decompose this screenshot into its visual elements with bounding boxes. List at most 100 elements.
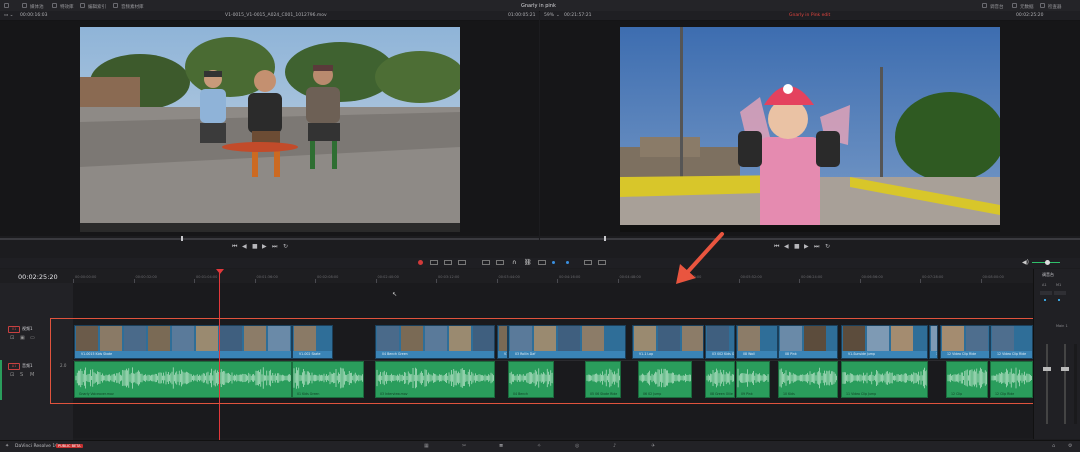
go-to-start-icon[interactable]: ⏮ xyxy=(232,243,237,251)
insert-clip-icon[interactable] xyxy=(430,260,438,265)
tab-metadata[interactable]: 元数据 xyxy=(1012,3,1034,10)
viewer-options-icon[interactable]: ▭ ⌄ xyxy=(4,13,13,18)
source-transport-controls: ⏮ ◀ ■ ▶ ⏭ ↻ xyxy=(232,243,292,251)
source-frame-image xyxy=(80,27,460,232)
replace-clip-icon[interactable] xyxy=(458,260,466,265)
timecode-panel: 00:02:25:20 xyxy=(0,269,73,283)
viewer-zoom[interactable]: 59% xyxy=(544,13,554,18)
tab-effects-library[interactable]: 特效库 xyxy=(52,3,74,10)
mixer-fader-knob[interactable] xyxy=(1061,367,1069,371)
ruler-tick-label: 00:07:28:00 xyxy=(922,275,944,279)
play-reverse-icon[interactable]: ◀ xyxy=(242,243,247,250)
tab-edit-index[interactable]: 编辑索引 xyxy=(80,3,106,10)
source-viewer-header: ▭ ⌄ 00:00:16:03 V1-0015_V1-0015_A024_C00… xyxy=(0,11,539,21)
marker-icon[interactable] xyxy=(566,261,569,264)
mixer-channel-m1: M1 xyxy=(1056,283,1062,287)
deliver-page-icon[interactable]: ✈ xyxy=(651,443,655,449)
lock-icon[interactable]: ⊡ xyxy=(10,335,14,341)
play-icon[interactable]: ▶ xyxy=(804,243,809,250)
ruler-tick-label: 00:00:32:00 xyxy=(135,275,157,279)
settings-gear-icon[interactable]: ⚙ xyxy=(1068,443,1072,449)
menu-icon[interactable] xyxy=(4,3,9,10)
go-to-end-icon[interactable]: ⏭ xyxy=(272,243,277,251)
tab-sound-library[interactable]: 音频素材库 xyxy=(113,3,144,10)
source-scrub-handle[interactable] xyxy=(181,236,183,241)
edit-page-icon[interactable]: ≡ xyxy=(499,443,503,449)
play-reverse-icon[interactable]: ◀ xyxy=(784,243,789,250)
davinci-logo-icon: ✦ xyxy=(5,443,10,449)
loop-icon[interactable]: ↻ xyxy=(825,243,830,250)
mixer-panel: 调音台 A1 M1 Main 1 xyxy=(1033,269,1080,439)
annotation-highlight-box xyxy=(50,318,1040,404)
tab-inspector[interactable]: 检查器 xyxy=(1040,3,1062,10)
overwrite-clip-icon[interactable] xyxy=(444,260,452,265)
mixer-fader-knob[interactable] xyxy=(1043,367,1051,371)
tab-mixer[interactable]: 调音台 xyxy=(982,3,1004,10)
selection-tool-icon[interactable] xyxy=(482,260,490,265)
timeline-timecode-in: 00:21:57:21 xyxy=(564,13,592,18)
ruler-tick-label: 00:06:56:00 xyxy=(861,275,883,279)
mute-icon[interactable]: M xyxy=(30,372,34,378)
mixer-channel-main: Main 1 xyxy=(1056,324,1068,328)
ruler-tick-label: 00:08:00:00 xyxy=(982,275,1004,279)
page-navigation-bar: ✦ DaVinci Resolve 16 PUBLIC BETA ▦ ✂ ≡ ✧… xyxy=(0,440,1080,452)
chevron-down-icon[interactable]: ⌄ xyxy=(556,13,560,18)
enable-track-icon[interactable]: ▭ xyxy=(30,335,35,341)
mixer-fader-a1[interactable] xyxy=(1046,344,1048,424)
timeline-scrub-handle[interactable] xyxy=(604,236,606,241)
empty-track-header xyxy=(0,283,73,321)
cut-page-icon[interactable]: ✂ xyxy=(462,443,466,449)
flag-icon[interactable] xyxy=(552,261,555,264)
mixer-fader-main[interactable] xyxy=(1064,344,1066,424)
go-to-end-icon[interactable]: ⏭ xyxy=(814,243,819,251)
source-clip-name[interactable]: V1-0015_V1-0015_A024_C001_1012796.mov xyxy=(225,13,327,18)
go-to-start-icon[interactable]: ⏮ xyxy=(774,243,779,251)
color-page-icon[interactable]: ◎ xyxy=(575,443,579,449)
loop-icon[interactable]: ↻ xyxy=(283,243,288,250)
media-page-icon[interactable]: ▦ xyxy=(424,443,429,449)
ruler-tick-label: 00:06:24:00 xyxy=(801,275,823,279)
source-scrub-bar[interactable] xyxy=(0,238,539,240)
zoom-out-icon[interactable] xyxy=(598,260,606,265)
stop-icon[interactable]: ■ xyxy=(252,243,258,250)
mixer-input-button[interactable] xyxy=(1054,291,1066,295)
timeline-scrub-bar[interactable] xyxy=(540,238,1080,240)
solo-icon[interactable]: S xyxy=(20,372,23,378)
source-timecode-out: 01:00:05:21 xyxy=(508,13,536,18)
mixer-meter xyxy=(1074,344,1077,424)
zoom-in-icon[interactable] xyxy=(584,260,592,265)
edit-toolbar: ∩ ⛓ ◀) xyxy=(0,258,1080,268)
snapping-icon[interactable]: ∩ xyxy=(512,259,516,266)
mixer-title: 调音台 xyxy=(1042,272,1054,277)
fusion-page-icon[interactable]: ✧ xyxy=(537,443,541,449)
link-icon[interactable]: ⛓ xyxy=(524,259,532,266)
playhead-marker[interactable] xyxy=(216,269,224,274)
ruler-tick-label: 00:03:44:00 xyxy=(498,275,520,279)
current-timecode: 00:02:25:20 xyxy=(18,273,58,281)
mixer-input-button[interactable] xyxy=(1040,291,1052,295)
home-icon[interactable]: ⌂ xyxy=(1052,443,1055,449)
trim-tool-icon[interactable] xyxy=(496,260,504,265)
source-timecode-in: 00:00:16:03 xyxy=(20,13,48,18)
timeline-viewer-header: 59% ⌄ 00:21:57:21 Gnarly in Pink edit 00… xyxy=(540,11,1080,21)
video-track-name[interactable]: 视频1 xyxy=(22,326,33,332)
ruler-tick-label: 00:04:48:00 xyxy=(619,275,641,279)
track-label-a1[interactable]: A1 xyxy=(8,363,20,370)
auto-select-icon[interactable]: ▣ xyxy=(20,335,25,341)
volume-slider-knob[interactable] xyxy=(1045,260,1050,265)
fairlight-page-icon[interactable]: ♪ xyxy=(613,443,616,449)
timeline-timecode-out: 00:02:25:20 xyxy=(1016,13,1044,18)
ruler-tick-label: 00:04:16:00 xyxy=(559,275,581,279)
record-icon[interactable] xyxy=(418,260,423,265)
track-label-v1[interactable]: V1 xyxy=(8,326,20,333)
tab-media-pool[interactable]: 媒体池 xyxy=(22,3,44,10)
play-icon[interactable]: ▶ xyxy=(262,243,267,250)
timeline-transport-controls: ⏮ ◀ ■ ▶ ⏭ ↻ xyxy=(774,243,834,251)
position-lock-icon[interactable] xyxy=(538,260,546,265)
audio-track-name[interactable]: 音频1 xyxy=(22,363,33,369)
annotation-arrow-icon xyxy=(676,232,724,284)
lock-icon[interactable]: ⊡ xyxy=(10,372,14,378)
volume-icon[interactable]: ◀) xyxy=(1022,259,1029,266)
stop-icon[interactable]: ■ xyxy=(794,243,800,250)
timeline-name[interactable]: Gnarly in Pink edit xyxy=(789,13,830,18)
